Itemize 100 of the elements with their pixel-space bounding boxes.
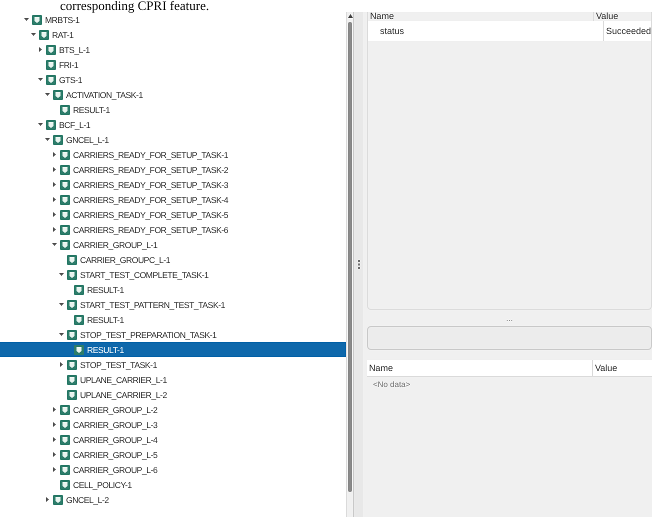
tree-item[interactable]: UPLANE_CARRIER_L-2 (0, 387, 346, 402)
tree-item[interactable]: CARRIER_GROUP_L-6 (0, 462, 346, 477)
collapsed-arrow-icon[interactable] (52, 197, 57, 202)
tree-item[interactable]: STOP_TEST_PREPARATION_TASK-1 (0, 327, 346, 342)
tree-item[interactable]: GNCEL_L-2 (0, 492, 346, 507)
tree-item[interactable]: STOP_TEST_TASK-1 (0, 357, 346, 372)
node-icon (60, 464, 70, 474)
expanded-arrow-icon[interactable] (45, 137, 50, 142)
tree-item[interactable]: CARRIERS_READY_FOR_SETUP_TASK-4 (0, 192, 346, 207)
table-cell: Succeeded (602, 21, 651, 41)
node-icon (46, 120, 56, 130)
node-icon (53, 134, 63, 144)
collapsed-arrow-icon[interactable] (52, 227, 57, 232)
node-icon (67, 390, 77, 400)
node-icon (60, 450, 70, 460)
expanded-arrow-icon[interactable] (31, 32, 36, 37)
node-icon (60, 404, 70, 414)
tree-item[interactable]: START_TEST_PATTERN_TEST_TASK-1 (0, 297, 346, 312)
splitter-grip[interactable]: ... (506, 314, 513, 322)
tree-item[interactable]: CARRIERS_READY_FOR_SETUP_TASK-3 (0, 177, 346, 192)
node-icon (46, 74, 56, 84)
table-row[interactable]: status Succeeded (368, 21, 651, 41)
tree-item[interactable]: CARRIER_GROUP_L-3 (0, 417, 346, 432)
node-icon (60, 480, 70, 490)
node-icon (60, 210, 70, 220)
node-icon (67, 270, 77, 280)
tree-item[interactable]: START_TEST_COMPLETE_TASK-1 (0, 267, 346, 282)
node-icon (53, 90, 63, 100)
node-icon (46, 60, 56, 70)
node-icon (53, 494, 63, 504)
collapsed-arrow-icon[interactable] (52, 422, 57, 427)
collapsed-arrow-icon[interactable] (45, 497, 50, 502)
column-header[interactable]: Name (366, 360, 592, 376)
caption-text: corresponding CPRI feature. (59, 0, 210, 12)
node-icon (60, 194, 70, 204)
tree-item[interactable]: CARRIER_GROUPC_L-1 (0, 252, 346, 267)
tree-item[interactable]: BTS_L-1 (0, 42, 346, 57)
tree-item[interactable]: RESULT-1 (0, 282, 346, 297)
collapsed-arrow-icon[interactable] (52, 467, 57, 472)
expanded-arrow-icon[interactable] (45, 92, 50, 97)
tree-item[interactable]: RESULT-1 (0, 312, 346, 327)
collapsed-arrow-icon[interactable] (38, 47, 43, 52)
tree-item[interactable]: GTS-1 (0, 72, 346, 87)
node-icon (67, 360, 77, 370)
tree-item[interactable]: ACTIVATION_TASK-1 (0, 87, 346, 102)
node-icon (60, 104, 70, 114)
tree-item[interactable]: CARRIERS_READY_FOR_SETUP_TASK-6 (0, 222, 346, 237)
expanded-arrow-icon[interactable] (59, 302, 64, 307)
column-header[interactable]: Name (368, 12, 593, 21)
node-icon (32, 14, 42, 24)
column-header[interactable]: Value (592, 360, 652, 376)
table-cell-text: status (378, 25, 405, 38)
tree-item[interactable]: BCF_L-1 (0, 117, 346, 132)
expanded-arrow-icon[interactable] (52, 242, 57, 247)
collapsed-arrow-icon[interactable] (52, 212, 57, 217)
expanded-arrow-icon[interactable] (59, 272, 64, 277)
node-icon (46, 44, 56, 54)
node-icon (60, 224, 70, 234)
collapsed-arrow-icon[interactable] (52, 182, 57, 187)
scrollbar[interactable] (346, 12, 354, 517)
node-icon (60, 420, 70, 430)
node-icon (67, 300, 77, 310)
tree-item[interactable]: RAT-1 (0, 27, 346, 42)
tree-item[interactable]: RESULT-1 (0, 342, 346, 357)
node-icon (60, 180, 70, 190)
node-icon (67, 254, 77, 264)
node-icon (39, 30, 49, 40)
collapsed-arrow-icon[interactable] (52, 452, 57, 457)
collapsed-arrow-icon[interactable] (52, 437, 57, 442)
tree-item[interactable]: GNCEL_L-1 (0, 132, 346, 147)
collapsed-arrow-icon[interactable] (52, 407, 57, 412)
tree-item[interactable]: CARRIER_GROUP_L-4 (0, 432, 346, 447)
tree-item[interactable]: CELL_POLICY-1 (0, 477, 346, 492)
expanded-arrow-icon[interactable] (24, 17, 29, 22)
tree-item[interactable]: CARRIER_GROUP_L-1 (0, 237, 346, 252)
node-icon (74, 284, 84, 294)
tree-item[interactable]: CARRIER_GROUP_L-5 (0, 447, 346, 462)
tree-item[interactable]: CARRIER_GROUP_L-2 (0, 402, 346, 417)
node-icon (60, 240, 70, 250)
node-icon (60, 434, 70, 444)
expanded-arrow-icon[interactable] (38, 122, 43, 127)
node-icon (60, 150, 70, 160)
tree-item[interactable]: UPLANE_CARRIER_L-1 (0, 372, 346, 387)
expanded-arrow-icon[interactable] (38, 77, 43, 82)
node-icon (67, 374, 77, 384)
collapsed-arrow-icon[interactable] (59, 362, 64, 367)
expanded-arrow-icon[interactable] (59, 332, 64, 337)
tree-item[interactable]: CARRIERS_READY_FOR_SETUP_TASK-2 (0, 162, 346, 177)
node-icon (74, 344, 84, 354)
scroll-up-icon[interactable] (348, 14, 353, 18)
collapsed-arrow-icon[interactable] (52, 152, 57, 157)
tree-item[interactable]: CARRIERS_READY_FOR_SETUP_TASK-1 (0, 147, 346, 162)
empty-text: <No data> (372, 379, 412, 389)
scroll-thumb[interactable] (348, 22, 352, 492)
grip-icon[interactable] (358, 260, 360, 269)
tree-item[interactable]: RESULT-1 (0, 102, 346, 117)
tree-item[interactable]: MRBTS-1 (0, 12, 346, 27)
tree-item[interactable]: CARRIERS_READY_FOR_SETUP_TASK-5 (0, 207, 346, 222)
tree-item[interactable]: FRI-1 (0, 57, 346, 72)
collapsed-arrow-icon[interactable] (52, 167, 57, 172)
